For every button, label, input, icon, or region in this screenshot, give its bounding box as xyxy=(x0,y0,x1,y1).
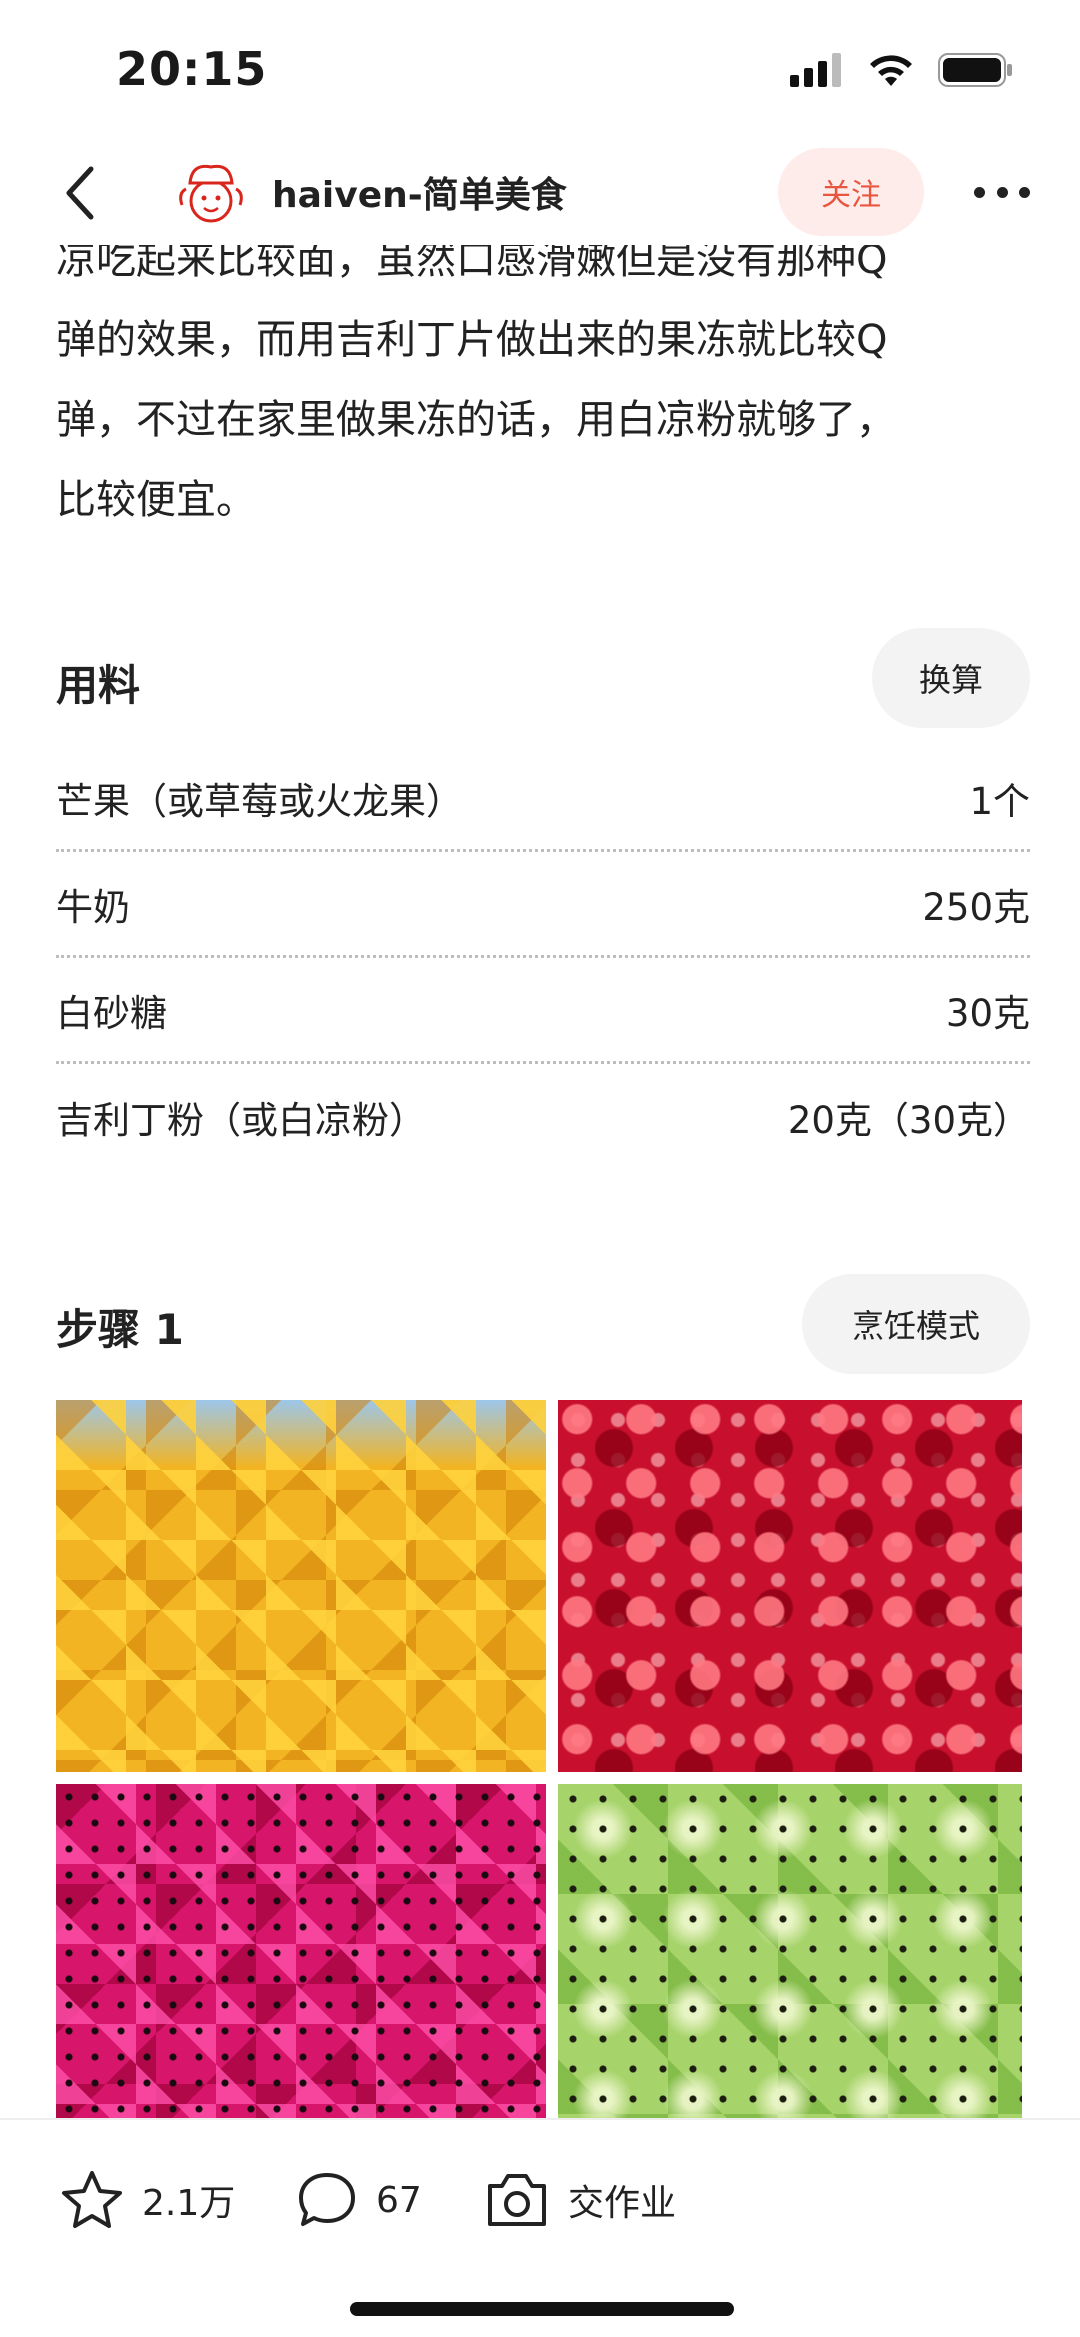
ingredient-name: 芒果（或草莓或火龙果） xyxy=(56,779,463,823)
step-photo-dragonfruit[interactable] xyxy=(56,1784,546,2124)
ingredient-name: 牛奶 xyxy=(56,885,130,929)
camera-icon xyxy=(488,2174,546,2226)
author-name[interactable]: haiven-简单美食 xyxy=(272,166,567,218)
step-photo-mango[interactable] xyxy=(56,1400,546,1772)
status-bar: 20:15 xyxy=(0,0,1080,140)
cellular-signal-icon xyxy=(790,53,841,87)
homework-label: 交作业 xyxy=(568,2183,677,2224)
convert-button[interactable]: 换算 xyxy=(872,628,1030,728)
ingredient-amount: 250克 xyxy=(922,885,1030,929)
ingredient-name: 白砂糖 xyxy=(56,991,167,1035)
back-button[interactable] xyxy=(50,158,110,228)
chef-avatar-icon xyxy=(171,154,251,234)
chevron-left-icon xyxy=(66,166,94,220)
step-photo-strawberry[interactable] xyxy=(558,1400,1022,1772)
author-avatar[interactable] xyxy=(170,153,252,235)
home-indicator xyxy=(350,2302,734,2316)
step-photo-kiwi[interactable] xyxy=(558,1784,1022,2124)
battery-icon xyxy=(938,53,1012,87)
ingredient-name: 吉利丁粉（或白凉粉） xyxy=(56,1099,426,1142)
navbar: haiven-简单美食 关注 xyxy=(0,140,1080,245)
more-dot-icon xyxy=(996,186,1008,198)
ingredient-amount: 1个 xyxy=(969,779,1030,823)
more-dot-icon xyxy=(974,186,985,198)
wifi-icon xyxy=(870,55,912,86)
ingredient-row: 牛奶 250克 xyxy=(56,852,1030,958)
ingredient-row: 吉利丁粉（或白凉粉） 20克（30克） xyxy=(56,1064,1030,1170)
ingredient-row: 白砂糖 30克 xyxy=(56,958,1030,1064)
favorite-button[interactable]: 2.1万 xyxy=(60,2160,235,2240)
ingredients-list: 芒果（或草莓或火龙果） 1个 牛奶 250克 白砂糖 30克 吉利丁粉（或白凉粉… xyxy=(56,746,1030,1170)
ingredient-amount: 20克（30克） xyxy=(787,1099,1030,1142)
intro-line: 弹的效果，而用吉利丁片做出来的果冻就比较Q xyxy=(56,317,888,363)
comment-bubble-icon xyxy=(299,2173,355,2226)
star-icon xyxy=(62,2171,122,2228)
ingredient-row: 芒果（或草莓或火龙果） 1个 xyxy=(56,746,1030,852)
recipe-intro-text: 凉吃起来比较面，虽然口感滑嫩但是没有那种Q 弹的效果，而用吉利丁片做出来的果冻就… xyxy=(56,220,1036,540)
follow-button[interactable]: 关注 xyxy=(778,148,924,236)
status-icons xyxy=(790,52,1014,88)
favorite-count: 2.1万 xyxy=(142,2183,236,2224)
comment-button[interactable]: 67 xyxy=(296,2160,422,2240)
ingredients-title: 用料 xyxy=(56,661,141,710)
step-photo-grid xyxy=(56,1400,1022,2124)
intro-line: 弹，不过在家里做果冻的话，用白凉粉就够了， xyxy=(56,397,896,443)
cooking-mode-button[interactable]: 烹饪模式 xyxy=(802,1274,1030,1374)
ingredient-amount: 30克 xyxy=(945,991,1030,1035)
submit-homework-button[interactable]: 交作业 xyxy=(484,2160,676,2240)
step-title: 步骤 1 xyxy=(56,1305,184,1354)
status-time: 20:15 xyxy=(116,42,268,96)
comment-count: 67 xyxy=(376,2179,422,2221)
more-options-button[interactable] xyxy=(962,170,1042,214)
intro-line: 比较便宜。 xyxy=(56,477,256,523)
more-dot-icon xyxy=(1019,186,1030,198)
